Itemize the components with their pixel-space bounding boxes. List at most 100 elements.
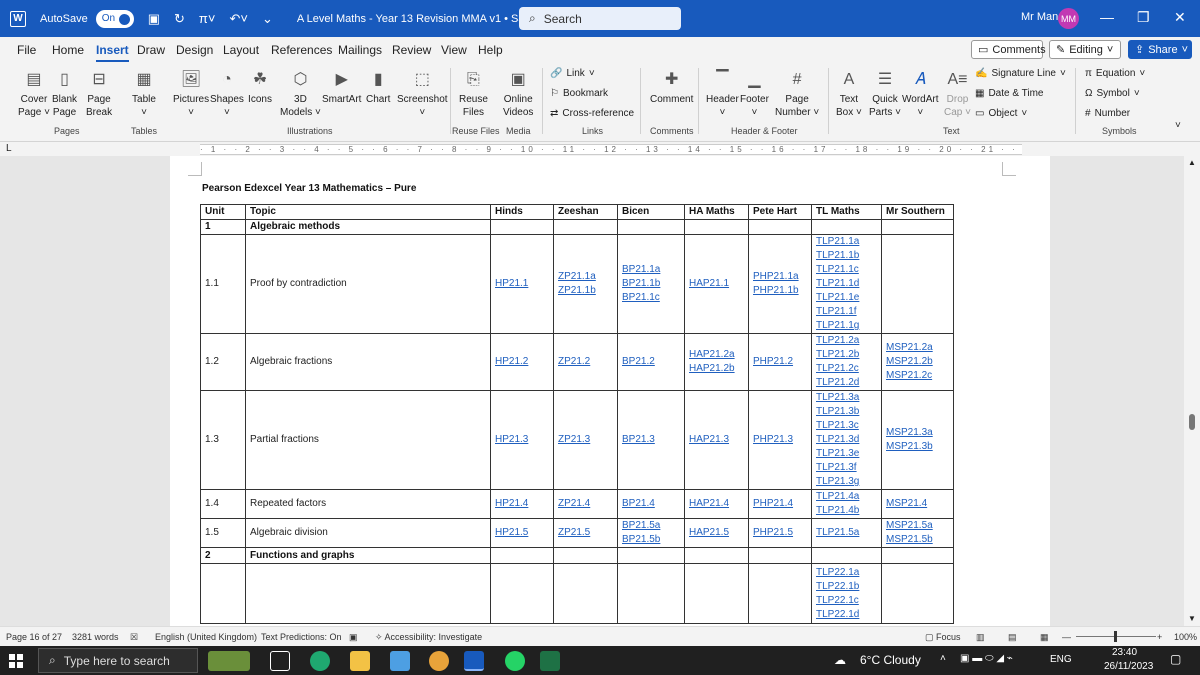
shapes-button[interactable]: ◔ Shapes ˅ [210, 68, 244, 119]
customize-toolbar-icon[interactable]: ⌄ [262, 11, 273, 27]
edge-icon[interactable] [310, 651, 330, 671]
resource-link[interactable]: BP21.1b [622, 277, 680, 291]
zoom-level[interactable]: 100% [1174, 632, 1197, 642]
resource-link[interactable]: MSP21.3b [886, 440, 949, 454]
resource-link[interactable]: TLP21.3c [816, 419, 877, 433]
table-button[interactable]: ▦ Table ˅ [132, 68, 156, 119]
resource-link[interactable]: TLP21.1b [816, 249, 877, 263]
resource-link[interactable]: PHP21.4 [753, 497, 807, 511]
resource-link[interactable]: BP21.1a [622, 263, 680, 277]
tab-stop-icon[interactable]: L [6, 143, 12, 154]
taskbar-widget-icon[interactable] [208, 651, 250, 671]
word-taskbar-icon[interactable] [464, 651, 484, 671]
resource-link[interactable]: HP21.3 [495, 433, 549, 447]
clock-date[interactable]: 26/11/2023 [1104, 661, 1153, 672]
cover-page-button[interactable]: ▤ Cover Page ˅ [18, 68, 50, 119]
resource-link[interactable]: TLP21.1e [816, 291, 877, 305]
drop-cap-button[interactable]: A≡ Drop Cap ˅ [944, 68, 971, 119]
pictures-button[interactable]: 🖼 Pictures ˅ [173, 68, 209, 119]
resource-link[interactable]: PHP21.2 [753, 355, 807, 369]
resource-link[interactable]: BP21.3 [622, 433, 680, 447]
resource-link[interactable]: TLP21.4b [816, 504, 877, 518]
resource-link[interactable]: MSP21.5b [886, 533, 949, 547]
resource-link[interactable]: HAP21.2a [689, 348, 744, 362]
editing-button[interactable]: ✎ Editing ˅ [1049, 40, 1121, 59]
store-icon[interactable] [390, 651, 410, 671]
resource-link[interactable]: TLP21.1f [816, 305, 877, 319]
zoom-in-icon[interactable]: + [1157, 632, 1162, 642]
focus-button[interactable]: ▢ Focus [925, 632, 961, 643]
resource-link[interactable]: PHP21.1b [753, 284, 807, 298]
autosave-toggle[interactable]: On [95, 9, 134, 28]
web-layout-icon[interactable]: ▦ [1040, 632, 1049, 643]
equation-quick-icon[interactable]: π˅ [199, 11, 216, 26]
resource-link[interactable]: HAP21.1 [689, 277, 744, 291]
text-predictions-status[interactable]: Text Predictions: On [261, 632, 342, 642]
symbol-button[interactable]: Ω Symbol ˅ [1085, 88, 1140, 99]
resource-link[interactable]: ZP21.4 [558, 497, 613, 511]
resource-link[interactable]: BP21.4 [622, 497, 680, 511]
blank-page-button[interactable]: ▯ Blank Page [52, 68, 77, 119]
header-button[interactable]: ▔ Header ˅ [706, 68, 739, 119]
resource-link[interactable]: TLP21.2d [816, 376, 877, 390]
restore-icon[interactable]: ❐ [1137, 9, 1150, 26]
resource-link[interactable]: TLP21.5a [816, 526, 877, 540]
resource-link[interactable]: ZP21.3 [558, 433, 613, 447]
resource-link[interactable]: TLP21.2b [816, 348, 877, 362]
number-button[interactable]: # Number [1085, 108, 1130, 119]
resource-link[interactable]: PHP21.1a [753, 270, 807, 284]
resource-link[interactable]: HP21.2 [495, 355, 549, 369]
page-number-button[interactable]: # Page Number ˅ [775, 68, 819, 119]
reuse-files-button[interactable]: ⎘ Reuse Files [459, 68, 488, 119]
scroll-down-icon[interactable]: ▼ [1188, 614, 1196, 623]
weather-status[interactable]: 6°C Cloudy [860, 653, 921, 667]
resource-link[interactable]: HAP21.2b [689, 362, 744, 376]
resource-link[interactable]: TLP21.3d [816, 433, 877, 447]
document-title[interactable]: A Level Maths - Year 13 Revision MMA v1 … [297, 13, 552, 25]
tab-mailings[interactable]: Mailings [338, 43, 382, 57]
chart-button[interactable]: ▮ Chart [366, 68, 390, 106]
macro-icon[interactable]: ▣ [349, 632, 358, 643]
wordart-button[interactable]: 𝐴 WordArt ˅ [902, 68, 939, 119]
read-mode-icon[interactable]: ▥ [976, 632, 985, 643]
collapse-ribbon-icon[interactable]: ˅ [1175, 120, 1181, 131]
text-box-button[interactable]: A Text Box ˅ [836, 68, 862, 119]
file-explorer-icon[interactable] [350, 651, 370, 671]
signature-line-button[interactable]: ✍ Signature Line ˅ [975, 68, 1066, 79]
online-videos-button[interactable]: ▣ Online Videos [503, 68, 533, 119]
scroll-thumb[interactable] [1189, 414, 1195, 430]
resource-link[interactable]: HP21.1 [495, 277, 549, 291]
share-button[interactable]: ⇪ Share ˅ [1128, 40, 1192, 59]
tab-draw[interactable]: Draw [137, 43, 165, 57]
resource-link[interactable]: ZP21.1b [558, 284, 613, 298]
horizontal-ruler[interactable]: L · 1 · · 2 · · 3 · · 4 · · 5 · · 6 · · … [0, 142, 1200, 156]
user-name[interactable]: Mr Man [1021, 11, 1058, 23]
resource-link[interactable]: TLP21.3f [816, 461, 877, 475]
minimize-icon[interactable]: — [1100, 9, 1114, 25]
resource-link[interactable]: HAP21.4 [689, 497, 744, 511]
comment-button[interactable]: ✚ Comment [650, 68, 693, 106]
tray-icons[interactable]: ▣ ▬ ⬭ ◢ ⌁ [960, 653, 1013, 664]
resource-link[interactable]: TLP22.1d [816, 608, 877, 622]
undo-icon[interactable]: ↶˅ [229, 11, 247, 27]
resource-link[interactable]: ZP21.1a [558, 270, 613, 284]
avatar[interactable]: MM [1058, 8, 1079, 29]
resource-link[interactable]: TLP21.1a [816, 235, 877, 249]
save-icon[interactable]: ▣ [148, 11, 160, 27]
keyboard-language[interactable]: ENG [1050, 654, 1072, 665]
search-box[interactable]: ⌕ Search [519, 7, 681, 30]
zoom-out-icon[interactable]: — [1062, 632, 1071, 642]
tab-file[interactable]: File [17, 43, 36, 57]
chrome-icon[interactable] [429, 651, 449, 671]
weather-icon[interactable]: ☁ [834, 653, 846, 667]
resource-link[interactable]: TLP21.4a [816, 490, 877, 504]
resource-link[interactable]: TLP21.3g [816, 475, 877, 489]
footer-button[interactable]: ▁ Footer ˅ [740, 68, 769, 119]
vertical-scrollbar[interactable]: ▲ ▼ [1184, 156, 1200, 626]
clock-time[interactable]: 23:40 [1112, 647, 1137, 658]
tray-chevron-icon[interactable]: ˄ [940, 653, 946, 664]
tab-design[interactable]: Design [176, 43, 213, 57]
resource-link[interactable]: TLP21.2c [816, 362, 877, 376]
tab-insert[interactable]: Insert [96, 43, 129, 62]
page-count[interactable]: Page 16 of 27 [6, 632, 62, 642]
